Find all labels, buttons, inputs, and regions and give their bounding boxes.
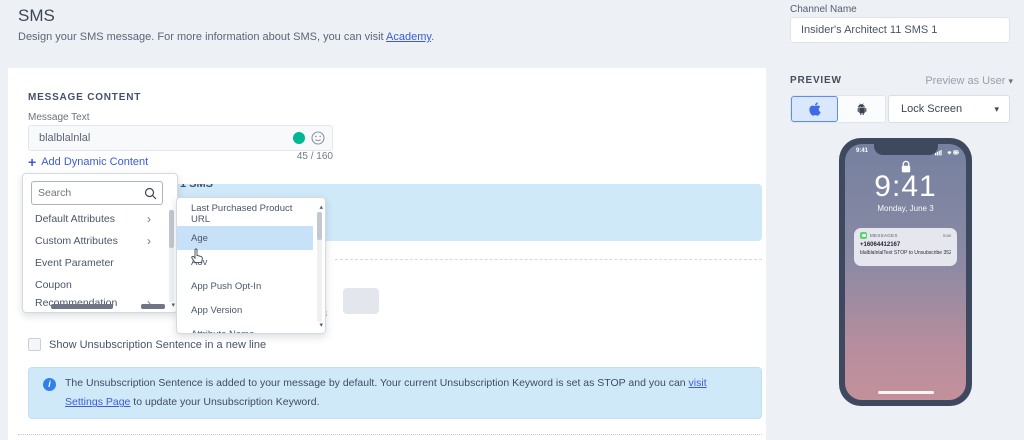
message-text-input[interactable] — [29, 132, 293, 144]
menu-item-custom-attributes[interactable]: Custom Attributes › — [23, 230, 165, 252]
add-dynamic-content-label: Add Dynamic Content — [41, 156, 148, 168]
page-description: Design your SMS message. For more inform… — [18, 31, 434, 43]
home-indicator — [878, 391, 934, 394]
menu-item-label: Custom Attributes — [35, 235, 118, 247]
submenu-item-label: Attribute Name — [191, 329, 254, 335]
unsubscription-newline-row: Show Unsubscription Sentence in a new li… — [28, 338, 266, 351]
submenu-item-app-push-opt-in[interactable]: App Push Opt-In — [177, 274, 313, 298]
ios-toggle-button[interactable] — [791, 96, 838, 122]
dropdown-search-field[interactable] — [31, 181, 163, 205]
page-description-text: Design your SMS message. For more inform… — [18, 31, 386, 43]
lockscreen-time: 9:41 — [845, 170, 966, 204]
status-bar-time: 9:41 — [856, 148, 868, 154]
section-divider — [335, 259, 762, 260]
notification-timestamp: now — [943, 233, 951, 238]
info-text-part1: The Unsubscription Sentence is added to … — [65, 377, 689, 389]
menu-item-label: Coupon — [35, 279, 72, 291]
scroll-up-icon[interactable]: ▴ — [319, 204, 323, 211]
menu-item-label: Default Attributes — [35, 213, 115, 225]
plus-icon: + — [28, 157, 36, 168]
chevron-right-icon: › — [147, 234, 151, 248]
preview-as-user-label: Preview as User — [925, 75, 1005, 87]
horizontal-scrollbar-thumb[interactable] — [51, 304, 113, 309]
info-icon: i — [43, 378, 56, 391]
scroll-down-icon[interactable]: ▾ — [319, 322, 323, 329]
sms-notification-card[interactable]: MESSAGES now +16064412167 blalblalnlalTe… — [854, 228, 957, 266]
section-title: MESSAGE CONTENT — [28, 92, 141, 103]
messages-app-icon — [860, 232, 867, 239]
phone-mockup: 9:41 9:41 Monday, June 3 MESSAGES now +1… — [839, 138, 972, 406]
message-text-field[interactable] — [28, 125, 333, 151]
academy-link[interactable]: Academy — [386, 31, 431, 43]
lockscreen-date: Monday, June 3 — [845, 204, 966, 213]
notification-app-name: MESSAGES — [870, 233, 940, 238]
menu-item-default-attributes[interactable]: Default Attributes › — [23, 208, 165, 230]
preview-title: PREVIEW — [790, 75, 842, 86]
submenu-item-app-version[interactable]: App Version — [177, 298, 313, 322]
scroll-down-icon[interactable]: ▾ — [171, 302, 175, 309]
notification-message: blalblalnlalText STOP to Unsubscribe 352… — [860, 250, 951, 256]
android-icon — [855, 102, 869, 117]
chevron-right-icon: › — [147, 212, 151, 226]
notification-sender: +16064412167 — [860, 242, 951, 248]
attributes-submenu: Last Purchased Product URL Age Aov App P… — [176, 197, 326, 334]
menu-item-event-parameter[interactable]: Event Parameter — [23, 252, 165, 274]
unsubscription-newline-checkbox[interactable] — [28, 338, 41, 351]
channel-name-label: Channel Name — [790, 4, 857, 15]
phone-notch — [874, 144, 938, 155]
vertical-scrollbar-thumb[interactable] — [317, 212, 322, 240]
dropdown-search-input[interactable] — [32, 187, 144, 199]
unsubscription-info-box: i The Unsubscription Sentence is added t… — [28, 367, 762, 419]
search-icon — [144, 187, 157, 200]
caret-down-icon: ▾ — [1008, 76, 1013, 86]
os-toggle — [790, 95, 886, 123]
horizontal-scrollbar-thumb[interactable] — [141, 304, 165, 309]
submenu-item-last-purchased-product-url[interactable]: Last Purchased Product URL — [177, 202, 313, 226]
hand-cursor-icon — [191, 248, 204, 263]
status-dot-icon — [293, 132, 305, 144]
page-title: SMS — [18, 6, 55, 26]
message-text-label: Message Text — [28, 112, 90, 123]
menu-item-coupon[interactable]: Coupon — [23, 274, 165, 296]
sms-count-fragment: 1 SMS — [180, 184, 213, 190]
unsubscription-info-text: The Unsubscription Sentence is added to … — [65, 374, 747, 413]
menu-item-label: Event Parameter — [35, 257, 114, 269]
page-description-period: . — [431, 31, 434, 43]
submenu-item-attribute-name[interactable]: Attribute Name — [177, 322, 313, 334]
screen-mode-value: Lock Screen — [889, 103, 994, 115]
phone-screen: 9:41 9:41 Monday, June 3 MESSAGES now +1… — [845, 144, 966, 400]
android-toggle-button[interactable] — [838, 96, 885, 122]
preview-as-user-dropdown[interactable]: Preview as User ▾ — [880, 75, 1013, 87]
caret-down-icon: ▾ — [994, 104, 999, 115]
add-dynamic-content-button[interactable]: + Add Dynamic Content — [28, 156, 148, 168]
screen-mode-select[interactable]: Lock Screen ▾ — [888, 95, 1010, 123]
vertical-scrollbar-thumb[interactable] — [169, 210, 174, 248]
obscured-field-chip — [343, 288, 379, 314]
channel-name-input[interactable] — [790, 17, 1010, 43]
submenu-item-label: Last Purchased Product URL — [191, 203, 313, 225]
submenu-item-age[interactable]: Age — [177, 226, 313, 250]
status-bar-icons — [935, 149, 959, 156]
submenu-item-label: App Version — [191, 305, 242, 316]
emoji-picker-icon[interactable] — [311, 131, 325, 145]
unsubscription-newline-label: Show Unsubscription Sentence in a new li… — [49, 339, 266, 351]
dynamic-content-dropdown: Default Attributes › Custom Attributes › E… — [22, 173, 178, 313]
bottom-divider — [18, 434, 762, 435]
submenu-item-label: App Push Opt-In — [191, 281, 261, 292]
submenu-item-label: Age — [191, 233, 208, 244]
apple-icon — [808, 101, 822, 117]
info-text-part2: to update your Unsubscription Keyword. — [130, 396, 319, 408]
